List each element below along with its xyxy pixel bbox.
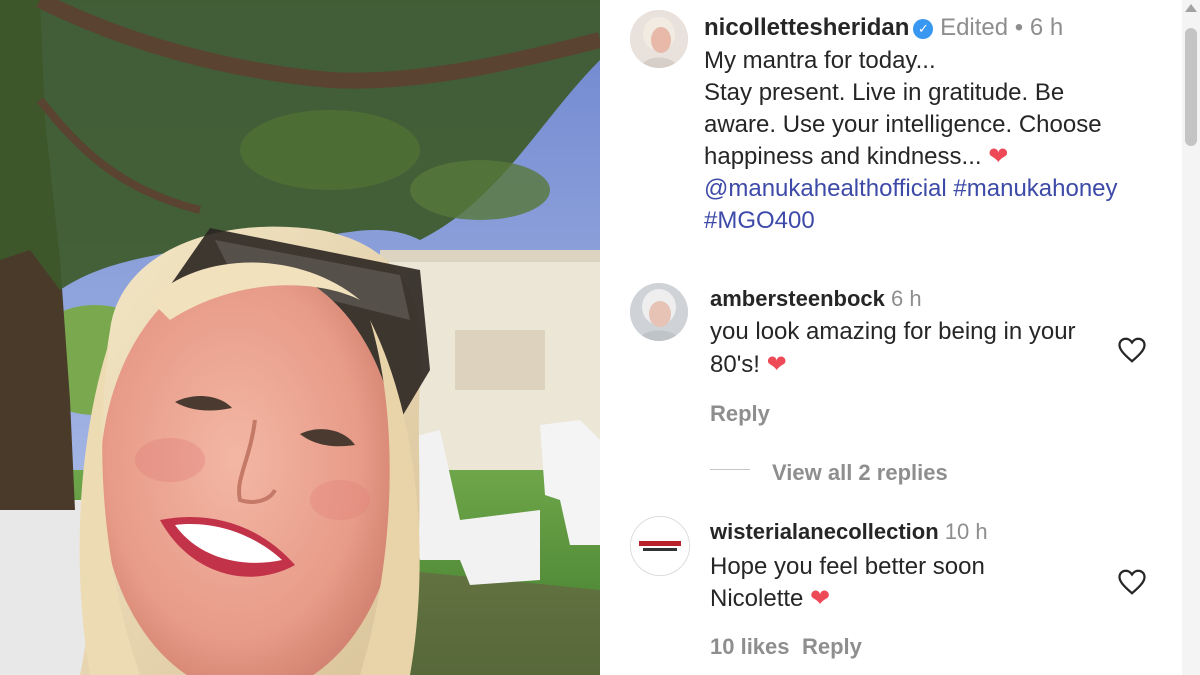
author-username[interactable]: nicollettesheridan [704, 14, 909, 41]
view-replies-button[interactable]: View all 2 replies [772, 459, 948, 487]
scrollbar-thumb[interactable] [1185, 28, 1197, 146]
commenter-avatar[interactable] [630, 283, 688, 341]
scrollbar-track[interactable] [1182, 0, 1200, 675]
comment-1-like-heart-icon[interactable] [1117, 335, 1147, 365]
caption-line-4: happiness and kindness... ❤ [704, 141, 1008, 173]
caption-line-2: Stay present. Live in gratitude. Be [704, 79, 1065, 106]
selfie-image [0, 0, 600, 675]
verified-badge-icon: ✓ [913, 19, 934, 39]
caption-line-1: My mantra for today... [704, 47, 936, 74]
heart-emoji-icon: ❤ [988, 143, 1009, 170]
caption-line-3: aware. Use your intelligence. Choose [704, 111, 1102, 138]
hashtag-link-manukahoney[interactable]: #manukahoney [953, 175, 1117, 202]
caption-line-4-text: happiness and kindness... [704, 143, 982, 170]
comment-1-line-2: 80's! [710, 351, 760, 378]
comment-1-header: ambersteenbock 6 h [710, 283, 922, 315]
scroll-up-arrow-icon[interactable] [1185, 4, 1197, 12]
comment-2-line-2: Nicolette [710, 585, 804, 612]
comment-1-reply-button[interactable]: Reply [710, 400, 770, 428]
heart-emoji-icon: ❤ [766, 351, 787, 378]
heart-emoji-icon: ❤ [810, 585, 831, 612]
comment-2-reply-button[interactable]: Reply [802, 633, 862, 661]
comment-1-line-1: you look amazing for being in your [710, 318, 1076, 345]
comment-2-line-2-wrap: Nicolette ❤ [710, 583, 830, 615]
post-photo[interactable] [0, 0, 600, 675]
mention-link[interactable]: @manukahealthofficial [704, 175, 947, 202]
author-avatar[interactable] [630, 10, 688, 68]
comment-2-header: wisterialanecollection 10 h [710, 516, 988, 548]
post-time[interactable]: 6 h [1030, 14, 1063, 41]
commenter-avatar[interactable] [630, 516, 690, 576]
comment-2-time[interactable]: 10 h [945, 519, 988, 544]
comment-1-time[interactable]: 6 h [891, 286, 922, 311]
comment-2-line-1: Hope you feel better soon [710, 553, 985, 580]
hashtag-link-mgo400[interactable]: #MGO400 [704, 205, 815, 237]
comment-1-line-2-wrap: 80's! ❤ [710, 349, 787, 381]
comment-2-username[interactable]: wisterialanecollection [710, 519, 939, 544]
comment-1-username[interactable]: ambersteenbock [710, 286, 885, 311]
caption-tags: @manukahealthofficial #manukahoney [704, 173, 1118, 205]
separator-dot: • [1014, 14, 1024, 41]
post-header: nicollettesheridan ✓ Edited • 6 h [704, 12, 1063, 44]
replies-divider [710, 469, 750, 470]
comment-2-like-heart-icon[interactable] [1117, 567, 1147, 597]
comments-panel: nicollettesheridan ✓ Edited • 6 h My mant… [600, 0, 1200, 675]
edited-label: Edited [940, 14, 1009, 41]
comment-2-likes-count[interactable]: 10 likes [710, 633, 790, 661]
